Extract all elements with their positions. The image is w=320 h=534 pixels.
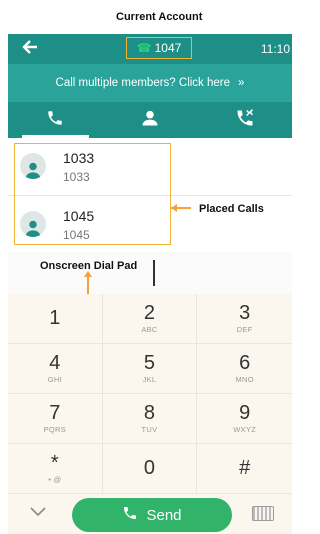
- chevron-down-icon[interactable]: [30, 504, 46, 522]
- key-letters: • @: [48, 475, 62, 484]
- key-digit: 1: [49, 306, 61, 329]
- key-letters: JKL: [142, 375, 157, 384]
- key-digit: 4: [49, 352, 61, 374]
- key-letters: TUV: [141, 425, 158, 434]
- dial-key-9[interactable]: 9 WXYZ: [197, 394, 292, 444]
- dial-key-8[interactable]: 8 TUV: [102, 394, 198, 444]
- dial-key-star[interactable]: * • @: [8, 444, 103, 494]
- current-account[interactable]: ☎ 1047: [126, 37, 192, 59]
- annotation-current-account: Current Account: [116, 11, 203, 23]
- phone-handset-icon: [122, 505, 138, 525]
- tab-bar: [8, 102, 292, 138]
- key-digit: 2: [143, 302, 156, 324]
- annotation-placed-calls: Placed Calls: [199, 203, 264, 215]
- contact-icon: [140, 108, 160, 133]
- key-letters: MNO: [235, 375, 254, 384]
- key-digit: 3: [239, 302, 251, 324]
- dial-key-3[interactable]: 3 DEF: [197, 294, 292, 344]
- key-digit: 6: [239, 352, 251, 374]
- key-letters: DEF: [236, 325, 253, 334]
- key-letters: PQRS: [43, 425, 67, 434]
- dial-key-6[interactable]: 6 MNO: [197, 344, 292, 394]
- key-letters: WXYZ: [233, 425, 257, 434]
- banner-text: Call multiple members? Click here: [55, 77, 231, 89]
- top-bar: ☎ 1047 11:10: [8, 34, 292, 64]
- annotation-arrow: [84, 271, 92, 277]
- dial-key-4[interactable]: 4 GHI: [8, 344, 103, 394]
- call-history-icon: [235, 108, 255, 133]
- key-digit: 5: [143, 352, 156, 374]
- key-digit: *: [50, 452, 59, 474]
- dial-input[interactable]: Onscreen Dial Pad: [8, 252, 292, 295]
- tab-history[interactable]: [197, 102, 292, 138]
- key-letters: ABC: [141, 325, 158, 334]
- double-chevron-icon: »: [238, 77, 245, 89]
- dial-key-5[interactable]: 5 JKL: [102, 344, 198, 394]
- keyboard-icon[interactable]: [252, 506, 274, 521]
- send-button[interactable]: Send: [72, 498, 232, 532]
- bottom-bar: Send: [8, 494, 292, 534]
- dial-key-1[interactable]: 1: [8, 294, 103, 344]
- send-label: Send: [146, 506, 182, 524]
- dial-key-hash[interactable]: #: [197, 444, 292, 494]
- text-cursor: [153, 260, 155, 286]
- clock: 11:10: [260, 42, 290, 56]
- annotation-placed-calls-box: [14, 143, 171, 245]
- dial-key-0[interactable]: 0: [102, 444, 198, 494]
- account-number: 1047: [154, 41, 182, 55]
- dial-key-7[interactable]: 7 PQRS: [8, 394, 103, 444]
- phone-handset-icon: ☎: [136, 41, 152, 55]
- onscreen-dial-pad: 1 2 ABC 3 DEF 4 GHI 5 JKL 6 MNO 7 PQRS 8 TUV 9W…: [8, 294, 292, 494]
- key-letters: GHI: [47, 375, 62, 384]
- multi-call-banner[interactable]: Call multiple members? Click here »: [8, 64, 292, 102]
- tab-dial[interactable]: [8, 102, 103, 138]
- key-digit: 0: [143, 456, 156, 479]
- key-digit: 8: [143, 402, 156, 424]
- tab-contacts[interactable]: [103, 102, 198, 138]
- dial-key-2[interactable]: 2 ABC: [102, 294, 198, 344]
- annotation-dial-pad-line: [87, 277, 89, 294]
- key-digit: #: [239, 456, 251, 479]
- annotation-arrow: [171, 204, 177, 212]
- arrow-left-icon[interactable]: [22, 39, 38, 59]
- key-digit: 9: [239, 402, 251, 424]
- key-digit: 7: [49, 402, 61, 424]
- phone-icon: [46, 109, 64, 132]
